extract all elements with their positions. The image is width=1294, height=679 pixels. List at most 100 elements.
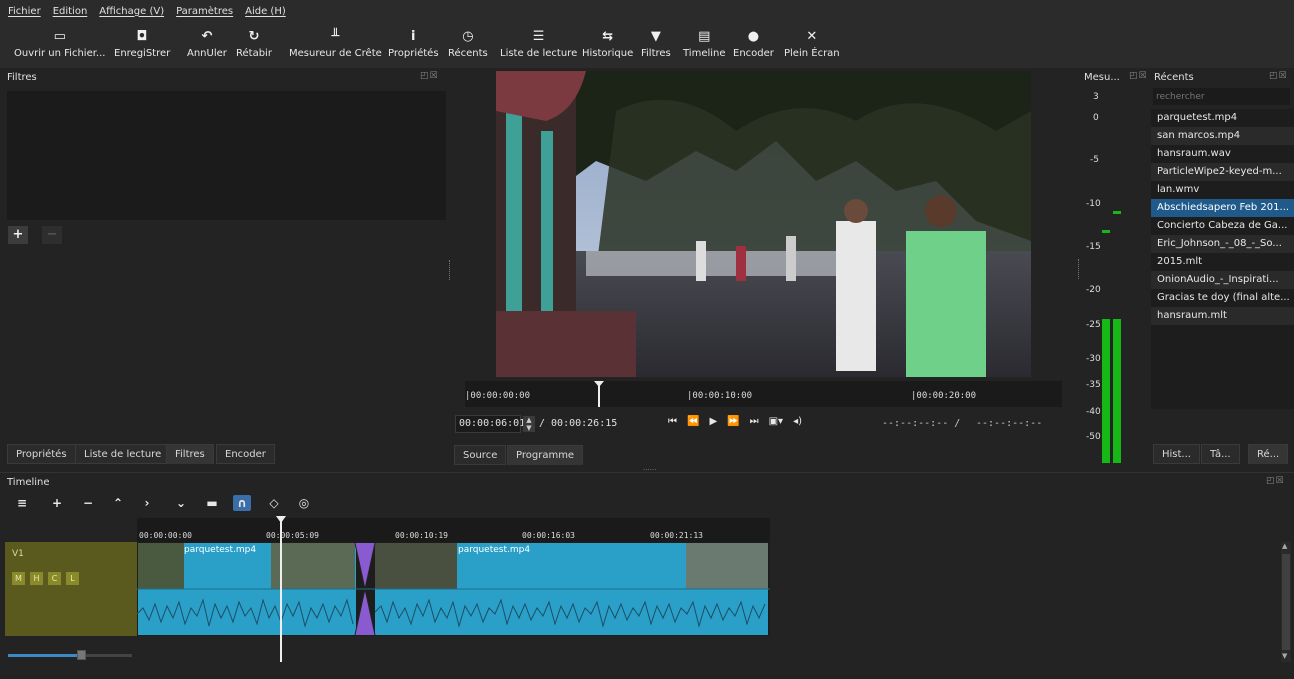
zoom-slider-handle[interactable] bbox=[77, 650, 86, 660]
zoom-fit-icon[interactable]: ▬ bbox=[203, 495, 221, 511]
splitter-dots[interactable]: ...... bbox=[643, 464, 656, 472]
meter-bar-right bbox=[1113, 319, 1121, 463]
tab-history[interactable]: Hist... bbox=[1153, 444, 1200, 464]
skip-previous-icon[interactable]: ⏮ bbox=[668, 416, 677, 427]
properties-button[interactable]: i Propriétés bbox=[388, 26, 439, 60]
meter-peak-right bbox=[1102, 230, 1110, 233]
meter-scale-label: -50 bbox=[1086, 432, 1101, 442]
fullscreen-button[interactable]: ✕ Plein Écran bbox=[784, 26, 840, 60]
list-item[interactable]: san marcos.mp4 bbox=[1151, 127, 1294, 145]
scroll-up-icon[interactable]: ▲ bbox=[1282, 542, 1287, 550]
menu-bar: Fichier Edition Affichage (V) Paramètres… bbox=[0, 0, 1294, 22]
remove-filter-button[interactable]: − bbox=[42, 226, 62, 244]
track-header-v1[interactable]: V1 M H C L bbox=[5, 542, 137, 636]
lock-button[interactable]: L bbox=[66, 572, 79, 585]
timeline-button[interactable]: ▤ Timeline bbox=[683, 26, 726, 60]
video-preview[interactable] bbox=[496, 71, 1031, 377]
menu-help[interactable]: Aide (H) bbox=[245, 6, 286, 17]
zoom-icon[interactable]: ▣▾ bbox=[769, 416, 783, 427]
lift-icon[interactable]: ⌃ bbox=[109, 495, 127, 511]
list-item[interactable]: Eric_Johnson_-_08_-_So... bbox=[1151, 235, 1294, 253]
clip-label[interactable]: parquetest.mp4 bbox=[184, 545, 256, 555]
tab-recent[interactable]: Ré... bbox=[1248, 444, 1289, 464]
list-item[interactable]: hansraum.mlt bbox=[1151, 307, 1294, 325]
timeline-scrollbar[interactable]: ▲ ▼ bbox=[1281, 542, 1291, 662]
filters-button[interactable]: ▼ Filtres bbox=[641, 26, 671, 60]
scroll-thumb[interactable] bbox=[1282, 554, 1290, 650]
clip-label[interactable]: parquetest.mp4 bbox=[458, 545, 530, 555]
tab-filters[interactable]: Filtres bbox=[166, 444, 214, 464]
tab-program[interactable]: Programme bbox=[507, 445, 584, 465]
undo-button[interactable]: ↶ AnnUler bbox=[187, 26, 227, 60]
meter-bar-left bbox=[1102, 319, 1110, 463]
dock-buttons-icon[interactable]: ◰☒ bbox=[1266, 476, 1285, 486]
ruler-label: |00:00:10:00 bbox=[687, 391, 753, 401]
timeline-playhead[interactable] bbox=[280, 518, 282, 662]
history-button[interactable]: ⇆ Historique bbox=[582, 26, 633, 60]
tab-jobs[interactable]: Tâ... bbox=[1201, 444, 1240, 464]
encode-button[interactable]: ● Encoder bbox=[733, 26, 774, 60]
menu-file[interactable]: Fichier bbox=[8, 6, 41, 17]
playlist-button[interactable]: ☰ Liste de lecture bbox=[500, 26, 577, 60]
skip-next-icon[interactable]: ⏭ bbox=[750, 416, 759, 427]
zoom-slider[interactable] bbox=[8, 650, 132, 660]
peak-meter-button[interactable]: ╨ Mesureur de Crête bbox=[289, 26, 382, 60]
overwrite-icon[interactable]: › bbox=[138, 495, 156, 511]
list-item[interactable]: Abschiedsapero Feb 201... bbox=[1151, 199, 1294, 217]
recents-search-input[interactable] bbox=[1153, 88, 1290, 105]
mute-button[interactable]: M bbox=[12, 572, 25, 585]
play-icon[interactable]: ▶ bbox=[709, 416, 717, 427]
redo-button[interactable]: ↻ Rétabir bbox=[236, 26, 272, 60]
ripple-icon[interactable]: ◎ bbox=[295, 495, 313, 511]
list-item[interactable]: ParticleWipe2-keyed-m... bbox=[1151, 163, 1294, 181]
rewind-icon[interactable]: ⏪ bbox=[687, 416, 699, 427]
fast-forward-icon[interactable]: ⏩ bbox=[727, 416, 739, 427]
meter-scale-label: -15 bbox=[1086, 242, 1101, 252]
split-icon[interactable]: ⌄ bbox=[172, 495, 190, 511]
open-file-button[interactable]: ▭ Ouvrir un Fichier... bbox=[14, 26, 105, 60]
dock-buttons-icon[interactable]: ◰☒ bbox=[1129, 71, 1148, 81]
recent-button[interactable]: ◷ Récents bbox=[448, 26, 488, 60]
tab-encode[interactable]: Encoder bbox=[216, 444, 275, 464]
menu-view[interactable]: Affichage (V) bbox=[99, 6, 164, 17]
save-button[interactable]: ◘ EnregiStrer bbox=[114, 26, 170, 60]
volume-icon[interactable]: ◂) bbox=[793, 416, 802, 427]
list-item[interactable]: Gracias te doy (final alte... bbox=[1151, 289, 1294, 307]
list-item[interactable]: 2015.mlt bbox=[1151, 253, 1294, 271]
timeline-menu-icon[interactable]: ≡ bbox=[13, 495, 31, 511]
tab-source[interactable]: Source bbox=[454, 445, 507, 465]
scrub-icon[interactable]: ◇ bbox=[265, 495, 283, 511]
tab-playlist[interactable]: Liste de lecture bbox=[75, 444, 171, 464]
meter-scale-label: -40 bbox=[1086, 407, 1101, 417]
list-item[interactable]: lan.wmv bbox=[1151, 181, 1294, 199]
hide-button[interactable]: H bbox=[30, 572, 43, 585]
list-item[interactable]: parquetest.mp4 bbox=[1151, 109, 1294, 127]
ruler-label: 00:00:05:09 bbox=[266, 531, 319, 540]
timecode-spinner[interactable]: ▲ ▼ bbox=[523, 416, 535, 432]
list-item[interactable]: hansraum.wav bbox=[1151, 145, 1294, 163]
menu-settings[interactable]: Paramètres bbox=[176, 6, 233, 17]
position-timecode-input[interactable]: 00:00:06:01 bbox=[455, 415, 525, 433]
meter-peak-left bbox=[1113, 211, 1121, 214]
snap-icon[interactable]: ∩ bbox=[233, 495, 251, 511]
splitter-handle[interactable] bbox=[449, 260, 451, 280]
dock-buttons-icon[interactable]: ◰☒ bbox=[1269, 71, 1288, 81]
dock-buttons-icon[interactable]: ◰☒ bbox=[420, 71, 439, 81]
add-filter-button[interactable]: + bbox=[8, 226, 28, 244]
list-item[interactable]: OnionAudio_-_Inspirati... bbox=[1151, 271, 1294, 289]
menu-edit[interactable]: Edition bbox=[53, 6, 88, 17]
append-icon[interactable]: + bbox=[48, 495, 66, 511]
recents-panel: Récents ◰☒ parquetest.mp4 san marcos.mp4… bbox=[1151, 69, 1294, 465]
splitter-handle[interactable] bbox=[1078, 259, 1080, 279]
playhead-icon[interactable] bbox=[276, 516, 286, 524]
playhead-icon[interactable] bbox=[593, 381, 605, 407]
timeline-icon: ▤ bbox=[698, 28, 711, 44]
meter-scale-label: -35 bbox=[1086, 380, 1101, 390]
track-v1 bbox=[136, 542, 770, 636]
remove-icon[interactable]: − bbox=[79, 495, 97, 511]
composite-button[interactable]: C bbox=[48, 572, 61, 585]
player-ruler[interactable]: |00:00:00:00 |00:00:10:00 |00:00:20:00 bbox=[465, 381, 1062, 407]
scroll-down-icon[interactable]: ▼ bbox=[1282, 652, 1287, 660]
tab-properties[interactable]: Propriétés bbox=[7, 444, 76, 464]
list-item[interactable]: Concierto Cabeza de Ga... bbox=[1151, 217, 1294, 235]
